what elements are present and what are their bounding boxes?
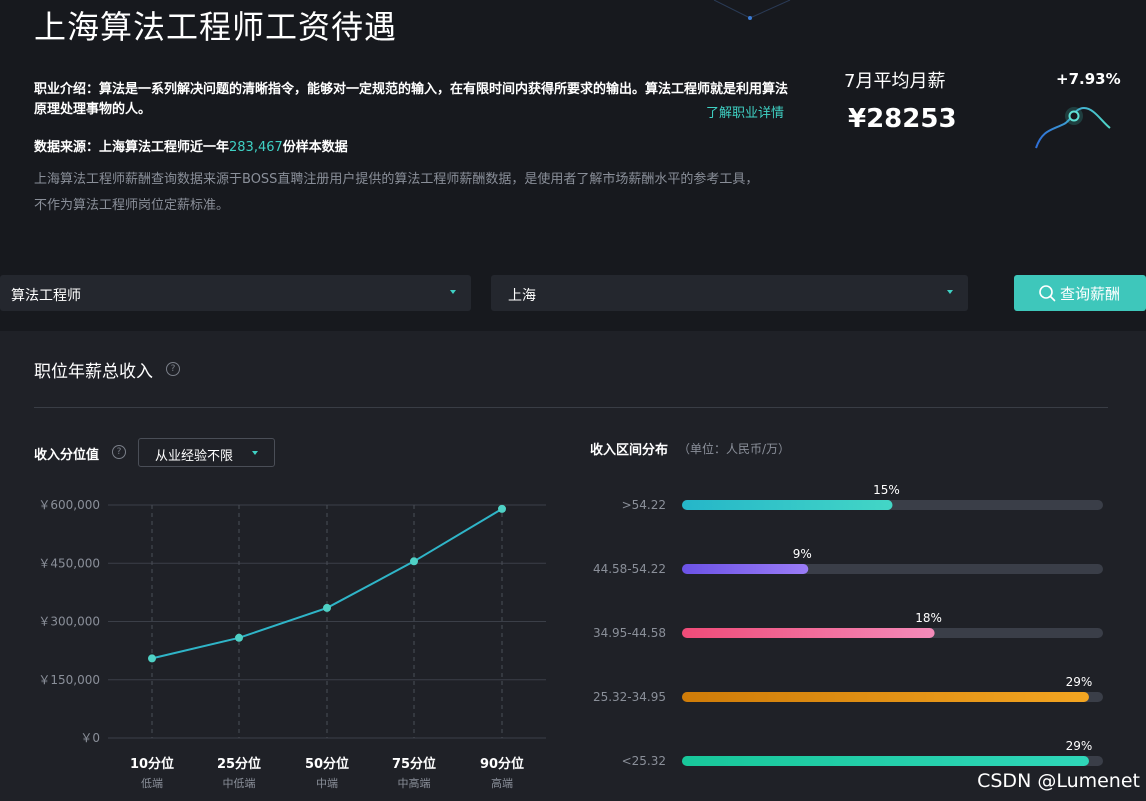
data-point <box>410 557 418 566</box>
city-select-value: 上海 <box>508 288 536 304</box>
decorative-network-lines <box>713 0 791 20</box>
job-select[interactable]: 算法工程师 <box>0 275 471 311</box>
x-tick-sublabel: 高端 <box>491 776 513 790</box>
experience-select[interactable]: 从业经验不限 <box>138 438 275 467</box>
watermark: CSDN @Lumenet <box>977 770 1140 792</box>
chevron-down-icon <box>450 290 456 294</box>
page-title: 上海算法工程师工资待遇 <box>34 8 398 46</box>
avg-salary-value: ¥28253 <box>848 104 957 134</box>
section-divider <box>34 407 1108 408</box>
job-intro: 职业介绍：算法是一系列解决问题的清晰指令，能够对一定规范的输入，在有限时间内获得… <box>34 82 789 117</box>
bar <box>682 628 935 638</box>
y-tick-label: ￥300,000 <box>38 615 100 629</box>
category-label: 44.58-54.22 <box>593 562 666 576</box>
data-point <box>498 504 506 513</box>
category-label: 34.95-44.58 <box>593 626 666 640</box>
avg-salary-label: 7月平均月薪 <box>844 71 946 92</box>
percentile-line-chart: ￥0 ￥150,000 ￥300,000 ￥450,000 ￥600,000 10分位低端… <box>38 498 546 790</box>
category-label: >54.22 <box>622 498 666 512</box>
income-distribution-chart: >54.22 15% 44.58-54.22 9% 34.95-44.58 18% 25.3… <box>593 483 1103 768</box>
city-select[interactable]: 上海 <box>491 275 968 311</box>
data-source: 数据来源：上海算法工程师近一年283,467份样本数据 <box>34 136 348 155</box>
distribution-unit: （单位：人民币/万） <box>678 442 791 456</box>
distribution-title: 收入区间分布 <box>590 443 669 458</box>
x-tick-label: 10分位 <box>130 756 174 772</box>
data-point <box>148 654 156 663</box>
salary-change: +7.93% <box>1056 70 1121 88</box>
data-point <box>323 603 331 612</box>
section-title: 职位年薪总收入 <box>34 362 153 382</box>
x-tick-sublabel: 低端 <box>141 777 163 790</box>
y-tick-label: ￥600,000 <box>38 498 100 512</box>
bar <box>682 500 893 510</box>
bar <box>682 564 809 574</box>
query-salary-button[interactable]: 查询薪酬 <box>1014 275 1146 311</box>
bar-value-label: 15% <box>873 483 900 497</box>
data-point <box>235 633 243 642</box>
search-icon <box>1039 285 1056 302</box>
job-details-link[interactable]: 了解职业详情 <box>706 102 784 121</box>
x-tick-label: 75分位 <box>392 756 436 772</box>
query-salary-label: 查询薪酬 <box>1060 285 1121 303</box>
x-tick-sublabel: 中高端 <box>398 776 431 790</box>
disclaimer: 上海算法工程师薪酬查询数据来源于BOSS直聘注册用户提供的算法工程师薪酬数据，是… <box>34 172 759 213</box>
y-tick-label: ￥450,000 <box>38 556 100 570</box>
help-icon[interactable]: ? <box>112 445 126 459</box>
bar <box>682 756 1089 766</box>
category-label: <25.32 <box>622 754 666 768</box>
y-tick-label: ￥150,000 <box>38 673 100 687</box>
x-tick-sublabel: 中端 <box>316 777 338 790</box>
bar <box>682 692 1089 702</box>
x-tick-label: 90分位 <box>480 756 524 772</box>
bar-value-label: 29% <box>1066 675 1093 689</box>
y-tick-label: ￥0 <box>80 731 100 745</box>
bar-value-label: 18% <box>915 611 942 625</box>
trend-sparkline-icon <box>1035 106 1111 149</box>
data-source-suffix: 份样本数据 <box>282 140 348 155</box>
x-tick-sublabel: 中低端 <box>223 777 256 790</box>
x-tick-label: 50分位 <box>305 756 349 772</box>
chevron-down-icon <box>947 290 953 294</box>
experience-select-value: 从业经验不限 <box>155 449 234 464</box>
percentile-label: 收入分位值 <box>34 448 100 463</box>
data-source-prefix: 数据来源：上海算法工程师近一年 <box>34 140 230 155</box>
x-tick-label: 25分位 <box>217 756 261 772</box>
help-icon[interactable]: ? <box>166 362 180 376</box>
job-select-value: 算法工程师 <box>11 288 81 304</box>
sample-count: 283,467 <box>229 140 283 155</box>
bar-value-label: 29% <box>1066 739 1093 753</box>
bar-value-label: 9% <box>793 547 812 561</box>
chevron-down-icon <box>252 451 258 455</box>
category-label: 25.32-34.95 <box>593 690 666 704</box>
